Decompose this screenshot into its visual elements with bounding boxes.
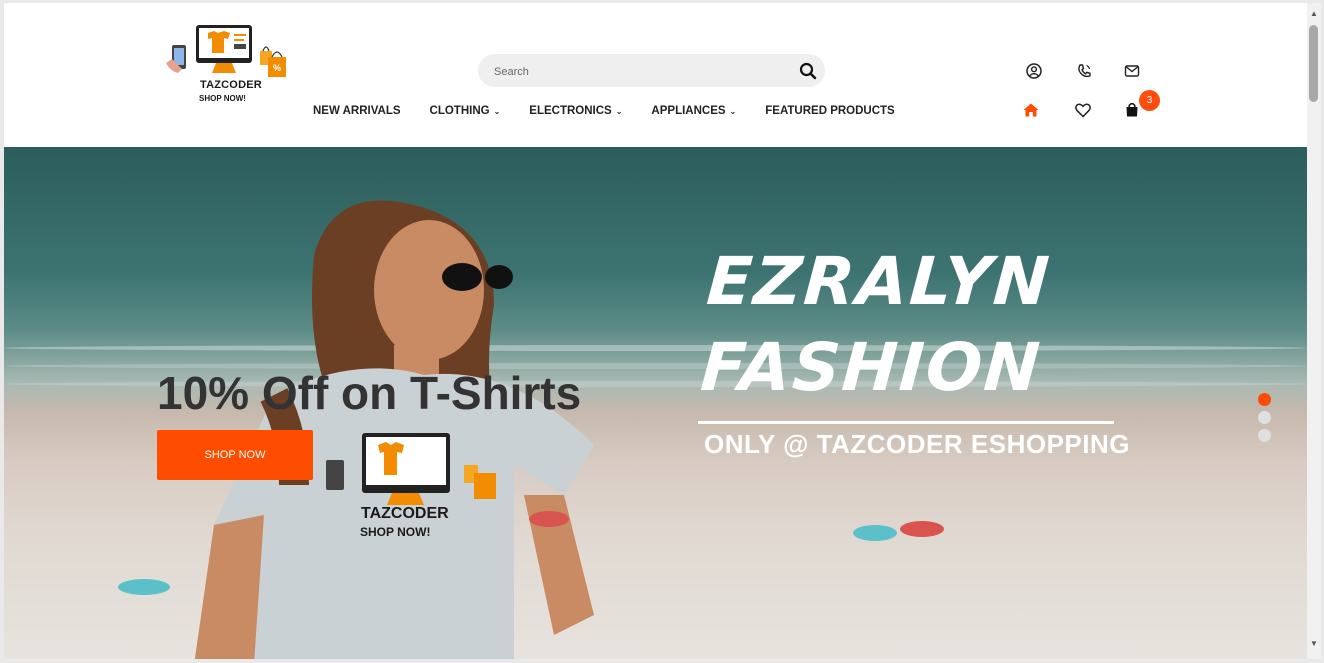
shirt-print-brand: TAZCODER — [361, 505, 449, 522]
shirt-print-tagline: SHOP NOW! — [360, 525, 431, 539]
slider-pagination — [1258, 393, 1271, 447]
nav-item-label: CLOTHING — [429, 105, 490, 117]
site-logo[interactable]: % TAZCODER SHOP NOW! — [164, 23, 294, 109]
shop-now-button[interactable]: SHOP NOW — [157, 430, 313, 480]
search-bar — [478, 54, 825, 89]
heart-icon[interactable] — [1074, 101, 1092, 119]
search-icon[interactable] — [799, 62, 817, 80]
hero-promo-heading: 10% Off on T-Shirts — [157, 367, 582, 419]
nav-item-label: NEW ARRIVALS — [313, 105, 401, 117]
scroll-down-icon[interactable]: ▼ — [1310, 639, 1318, 648]
logo-brand-name: TAZCODER — [200, 79, 262, 91]
scroll-up-icon[interactable]: ▲ — [1310, 9, 1318, 18]
browser-viewport: % TAZCODER SHOP NOW! NEW ARRIVALS CLOTHI… — [4, 3, 1307, 659]
cart-icon[interactable] — [1123, 101, 1141, 119]
nav-item-label: FEATURED PRODUCTS — [765, 105, 895, 117]
phone-icon[interactable] — [1075, 62, 1093, 80]
chevron-down-icon: ⌄ — [493, 106, 501, 116]
home-icon[interactable] — [1022, 101, 1040, 119]
hero-brand-title-line1: EZRALYN — [704, 243, 1054, 320]
cart-count-badge: 3 — [1139, 90, 1160, 111]
nav-item-clothing[interactable]: CLOTHING ⌄ — [430, 103, 501, 119]
chevron-down-icon: ⌄ — [615, 106, 623, 116]
page-scrollbar[interactable]: ▲ ▼ — [1307, 3, 1321, 659]
nav-item-electronics[interactable]: ELECTRONICS ⌄ — [529, 103, 622, 119]
model-image — [194, 200, 594, 659]
parasol-decoration — [853, 521, 944, 541]
slider-dot-1[interactable] — [1258, 393, 1271, 406]
hero-brand-title-line2: FASHION — [698, 329, 1045, 406]
nav-item-appliances[interactable]: APPLIANCES ⌄ — [651, 103, 736, 119]
slider-dot-3[interactable] — [1258, 429, 1271, 442]
scroll-thumb[interactable] — [1309, 25, 1318, 102]
main-nav: NEW ARRIVALS CLOTHING ⌄ ELECTRONICS ⌄ APPL… — [313, 103, 924, 119]
svg-text:%: % — [273, 63, 281, 73]
chevron-down-icon: ⌄ — [729, 106, 737, 116]
mail-icon[interactable] — [1123, 62, 1141, 80]
parasol-decoration — [118, 579, 170, 595]
divider — [698, 421, 1114, 424]
hero-brand-subtitle: ONLY @ TAZCODER ESHOPPING — [704, 429, 1130, 459]
nav-item-label: ELECTRONICS — [529, 105, 612, 117]
logo-tagline: SHOP NOW! — [199, 94, 246, 103]
nav-item-new-arrivals[interactable]: NEW ARRIVALS — [313, 103, 401, 119]
hero-slider: TAZCODER SHOP NOW! EZRALYN FASHION ONLY … — [4, 147, 1307, 659]
parasol-decoration — [529, 511, 569, 527]
site-header: % TAZCODER SHOP NOW! NEW ARRIVALS CLOTHI… — [4, 3, 1307, 147]
hero-brand-title: EZRALYN FASHION — [698, 239, 1130, 411]
nav-item-featured-products[interactable]: FEATURED PRODUCTS — [765, 103, 894, 119]
slider-dot-2[interactable] — [1258, 411, 1271, 424]
search-input[interactable] — [492, 54, 786, 89]
nav-item-label: APPLIANCES — [651, 105, 726, 117]
user-icon[interactable] — [1025, 62, 1043, 80]
